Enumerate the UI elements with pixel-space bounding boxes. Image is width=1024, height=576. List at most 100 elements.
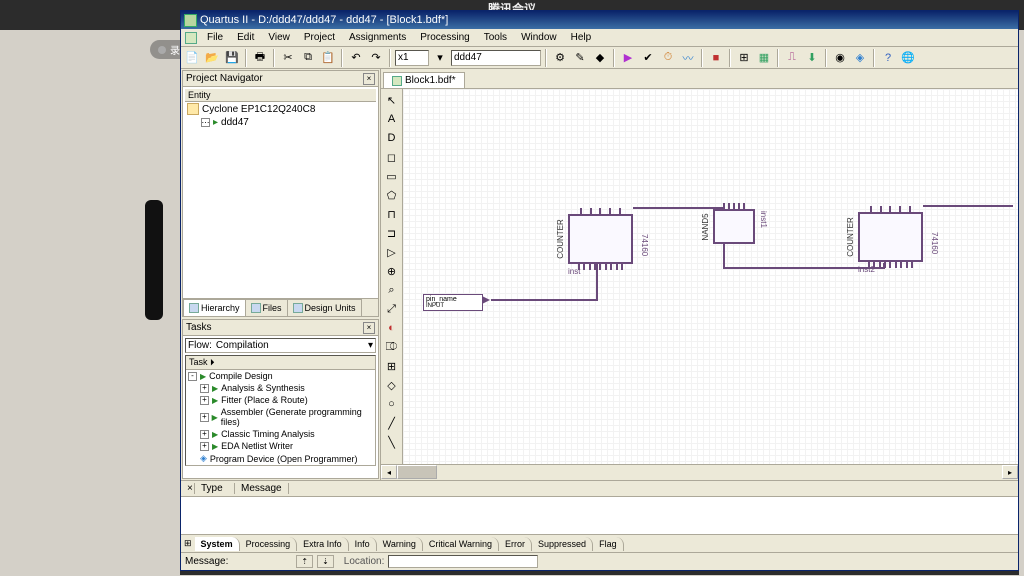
document-tab[interactable]: Block1.bdf* xyxy=(383,72,465,88)
simulation-icon[interactable]: 〰 xyxy=(679,49,697,67)
grid-tool-icon[interactable]: ⊞ xyxy=(383,357,401,375)
horizontal-scrollbar[interactable]: ◂ ▸ xyxy=(381,464,1018,480)
tech-viewer-icon[interactable]: ◈ xyxy=(851,49,869,67)
status-prev-icon[interactable]: ⇡ xyxy=(296,555,313,568)
msg-tab-system[interactable]: System xyxy=(195,537,240,551)
save-icon[interactable]: 💾 xyxy=(223,49,241,67)
zoom-field[interactable] xyxy=(395,50,429,66)
node-tool-icon[interactable]: ⬠ xyxy=(383,186,401,204)
compile-icon[interactable]: ▶ xyxy=(619,49,637,67)
msg-tab-warning[interactable]: Warning xyxy=(377,537,423,551)
settings-icon[interactable]: ⚙ xyxy=(551,49,569,67)
menu-processing[interactable]: Processing xyxy=(414,30,475,45)
schematic-canvas[interactable]: pin_name INPUT COUNTER 74160 inst xyxy=(403,89,1018,464)
new-icon[interactable]: 📄 xyxy=(183,49,201,67)
status-next-icon[interactable]: ⇣ xyxy=(317,555,334,568)
project-name-field[interactable] xyxy=(451,50,541,66)
open-icon[interactable]: 📂 xyxy=(203,49,221,67)
junction-tool-icon[interactable]: ⊕ xyxy=(383,262,401,280)
pin-planner-icon[interactable]: ⊞ xyxy=(735,49,753,67)
tab-design-units[interactable]: Design Units xyxy=(287,299,362,316)
tab-files[interactable]: Files xyxy=(245,299,288,316)
tab-hierarchy[interactable]: Hierarchy xyxy=(183,299,246,316)
partial-line-tool-icon[interactable]: ⎄ xyxy=(383,338,401,356)
text-tool-icon[interactable]: A xyxy=(383,110,401,128)
undo-icon[interactable]: ↶ xyxy=(347,49,365,67)
copy-icon[interactable]: ⧉ xyxy=(299,49,317,67)
msg-tab-suppressed[interactable]: Suppressed xyxy=(532,537,593,551)
msg-tab-critical[interactable]: Critical Warning xyxy=(423,537,499,551)
windows-taskbar[interactable] xyxy=(180,571,1019,575)
zoom-tool-icon[interactable]: ⌕ xyxy=(383,281,401,299)
help-icon[interactable]: ? xyxy=(879,49,897,67)
device-icon[interactable]: ◆ xyxy=(591,49,609,67)
scroll-left-icon[interactable]: ◂ xyxy=(381,465,397,479)
task-fitter[interactable]: +▶Fitter (Place & Route) xyxy=(186,394,375,406)
bus-tool-icon[interactable]: ⊓ xyxy=(383,205,401,223)
msg-tab-info[interactable]: Info xyxy=(349,537,377,551)
programmer-icon[interactable]: ⬇ xyxy=(803,49,821,67)
symbol-tool-icon[interactable]: D xyxy=(383,129,401,147)
stop-icon[interactable]: ■ xyxy=(707,49,725,67)
flip-tool-icon[interactable]: ◇ xyxy=(383,376,401,394)
flow-dropdown[interactable]: Compilation xyxy=(216,340,364,351)
task-compile[interactable]: -▶Compile Design xyxy=(186,370,375,382)
paste-icon[interactable]: 📋 xyxy=(319,49,337,67)
fullscreen-tool-icon[interactable]: ⤢ xyxy=(383,300,401,318)
web-icon[interactable]: 🌐 xyxy=(899,49,917,67)
hierarchy-icon xyxy=(189,303,199,313)
input-pin[interactable]: pin_name INPUT xyxy=(423,294,483,311)
msg-tab-processing[interactable]: Processing xyxy=(240,537,298,551)
device-notch xyxy=(145,200,163,320)
task-analysis[interactable]: +▶Analysis & Synthesis xyxy=(186,382,375,394)
assignment-icon[interactable]: ✎ xyxy=(571,49,589,67)
signaltap-icon[interactable]: ⎍ xyxy=(783,49,801,67)
scroll-right-icon[interactable]: ▸ xyxy=(1002,465,1018,479)
menu-tools[interactable]: Tools xyxy=(478,30,513,45)
close-tasks-icon[interactable]: × xyxy=(363,322,375,334)
redo-icon[interactable]: ↷ xyxy=(367,49,385,67)
analysis-icon[interactable]: ✔ xyxy=(639,49,657,67)
close-panel-icon[interactable]: × xyxy=(363,73,375,85)
menu-file[interactable]: File xyxy=(201,30,229,45)
location-field[interactable] xyxy=(388,555,538,568)
task-eda[interactable]: +▶EDA Netlist Writer xyxy=(186,440,375,452)
block-tool-icon[interactable]: ◻ xyxy=(383,148,401,166)
component-counter-1[interactable]: COUNTER xyxy=(568,214,633,264)
line-tool-icon[interactable]: ╱ xyxy=(383,414,401,432)
messages-body[interactable] xyxy=(181,497,1018,534)
diagonal-tool-icon[interactable]: ▷ xyxy=(383,243,401,261)
task-timing[interactable]: +▶Classic Timing Analysis xyxy=(186,428,375,440)
menu-project[interactable]: Project xyxy=(298,30,341,45)
tree-expand-icon[interactable]: ⋯ xyxy=(201,118,210,127)
menubar: File Edit View Project Assignments Proce… xyxy=(181,29,1018,47)
rubberband-tool-icon[interactable]: ◐ xyxy=(383,319,401,337)
menu-assignments[interactable]: Assignments xyxy=(343,30,412,45)
flow-chevron-icon[interactable]: ▾ xyxy=(368,340,373,351)
cut-icon[interactable]: ✂ xyxy=(279,49,297,67)
menu-help[interactable]: Help xyxy=(565,30,598,45)
select-tool-icon[interactable]: ↖ xyxy=(383,91,401,109)
rect-tool-icon[interactable]: ▭ xyxy=(383,167,401,185)
scroll-thumb[interactable] xyxy=(397,465,437,479)
timing-icon[interactable]: ⏱ xyxy=(659,49,677,67)
arc-tool-icon[interactable]: ╲ xyxy=(383,433,401,451)
device-node[interactable]: Cyclone EP1C12Q240C8 xyxy=(185,102,376,116)
rotate-tool-icon[interactable]: ○ xyxy=(383,395,401,413)
entity-node[interactable]: ⋯ ▸ ddd47 xyxy=(185,116,376,129)
menu-window[interactable]: Window xyxy=(515,30,563,45)
component-counter-2[interactable]: COUNTER xyxy=(858,212,923,262)
conduit-tool-icon[interactable]: ⊐ xyxy=(383,224,401,242)
msg-tab-error[interactable]: Error xyxy=(499,537,532,551)
menu-edit[interactable]: Edit xyxy=(231,30,260,45)
msg-tab-flag[interactable]: Flag xyxy=(593,537,624,551)
rtl-viewer-icon[interactable]: ◉ xyxy=(831,49,849,67)
chip-planner-icon[interactable]: ▦ xyxy=(755,49,773,67)
task-assembler[interactable]: +▶Assembler (Generate programming files) xyxy=(186,406,375,428)
menu-view[interactable]: View xyxy=(262,30,296,45)
task-programmer[interactable]: ◈Program Device (Open Programmer) xyxy=(186,452,375,465)
msg-tab-extrainfo[interactable]: Extra Info xyxy=(297,537,349,551)
component-nand[interactable]: NAND5 xyxy=(713,209,755,244)
print-icon[interactable]: 🖶 xyxy=(251,49,269,67)
zoom-dropdown-icon[interactable]: ▾ xyxy=(431,49,449,67)
